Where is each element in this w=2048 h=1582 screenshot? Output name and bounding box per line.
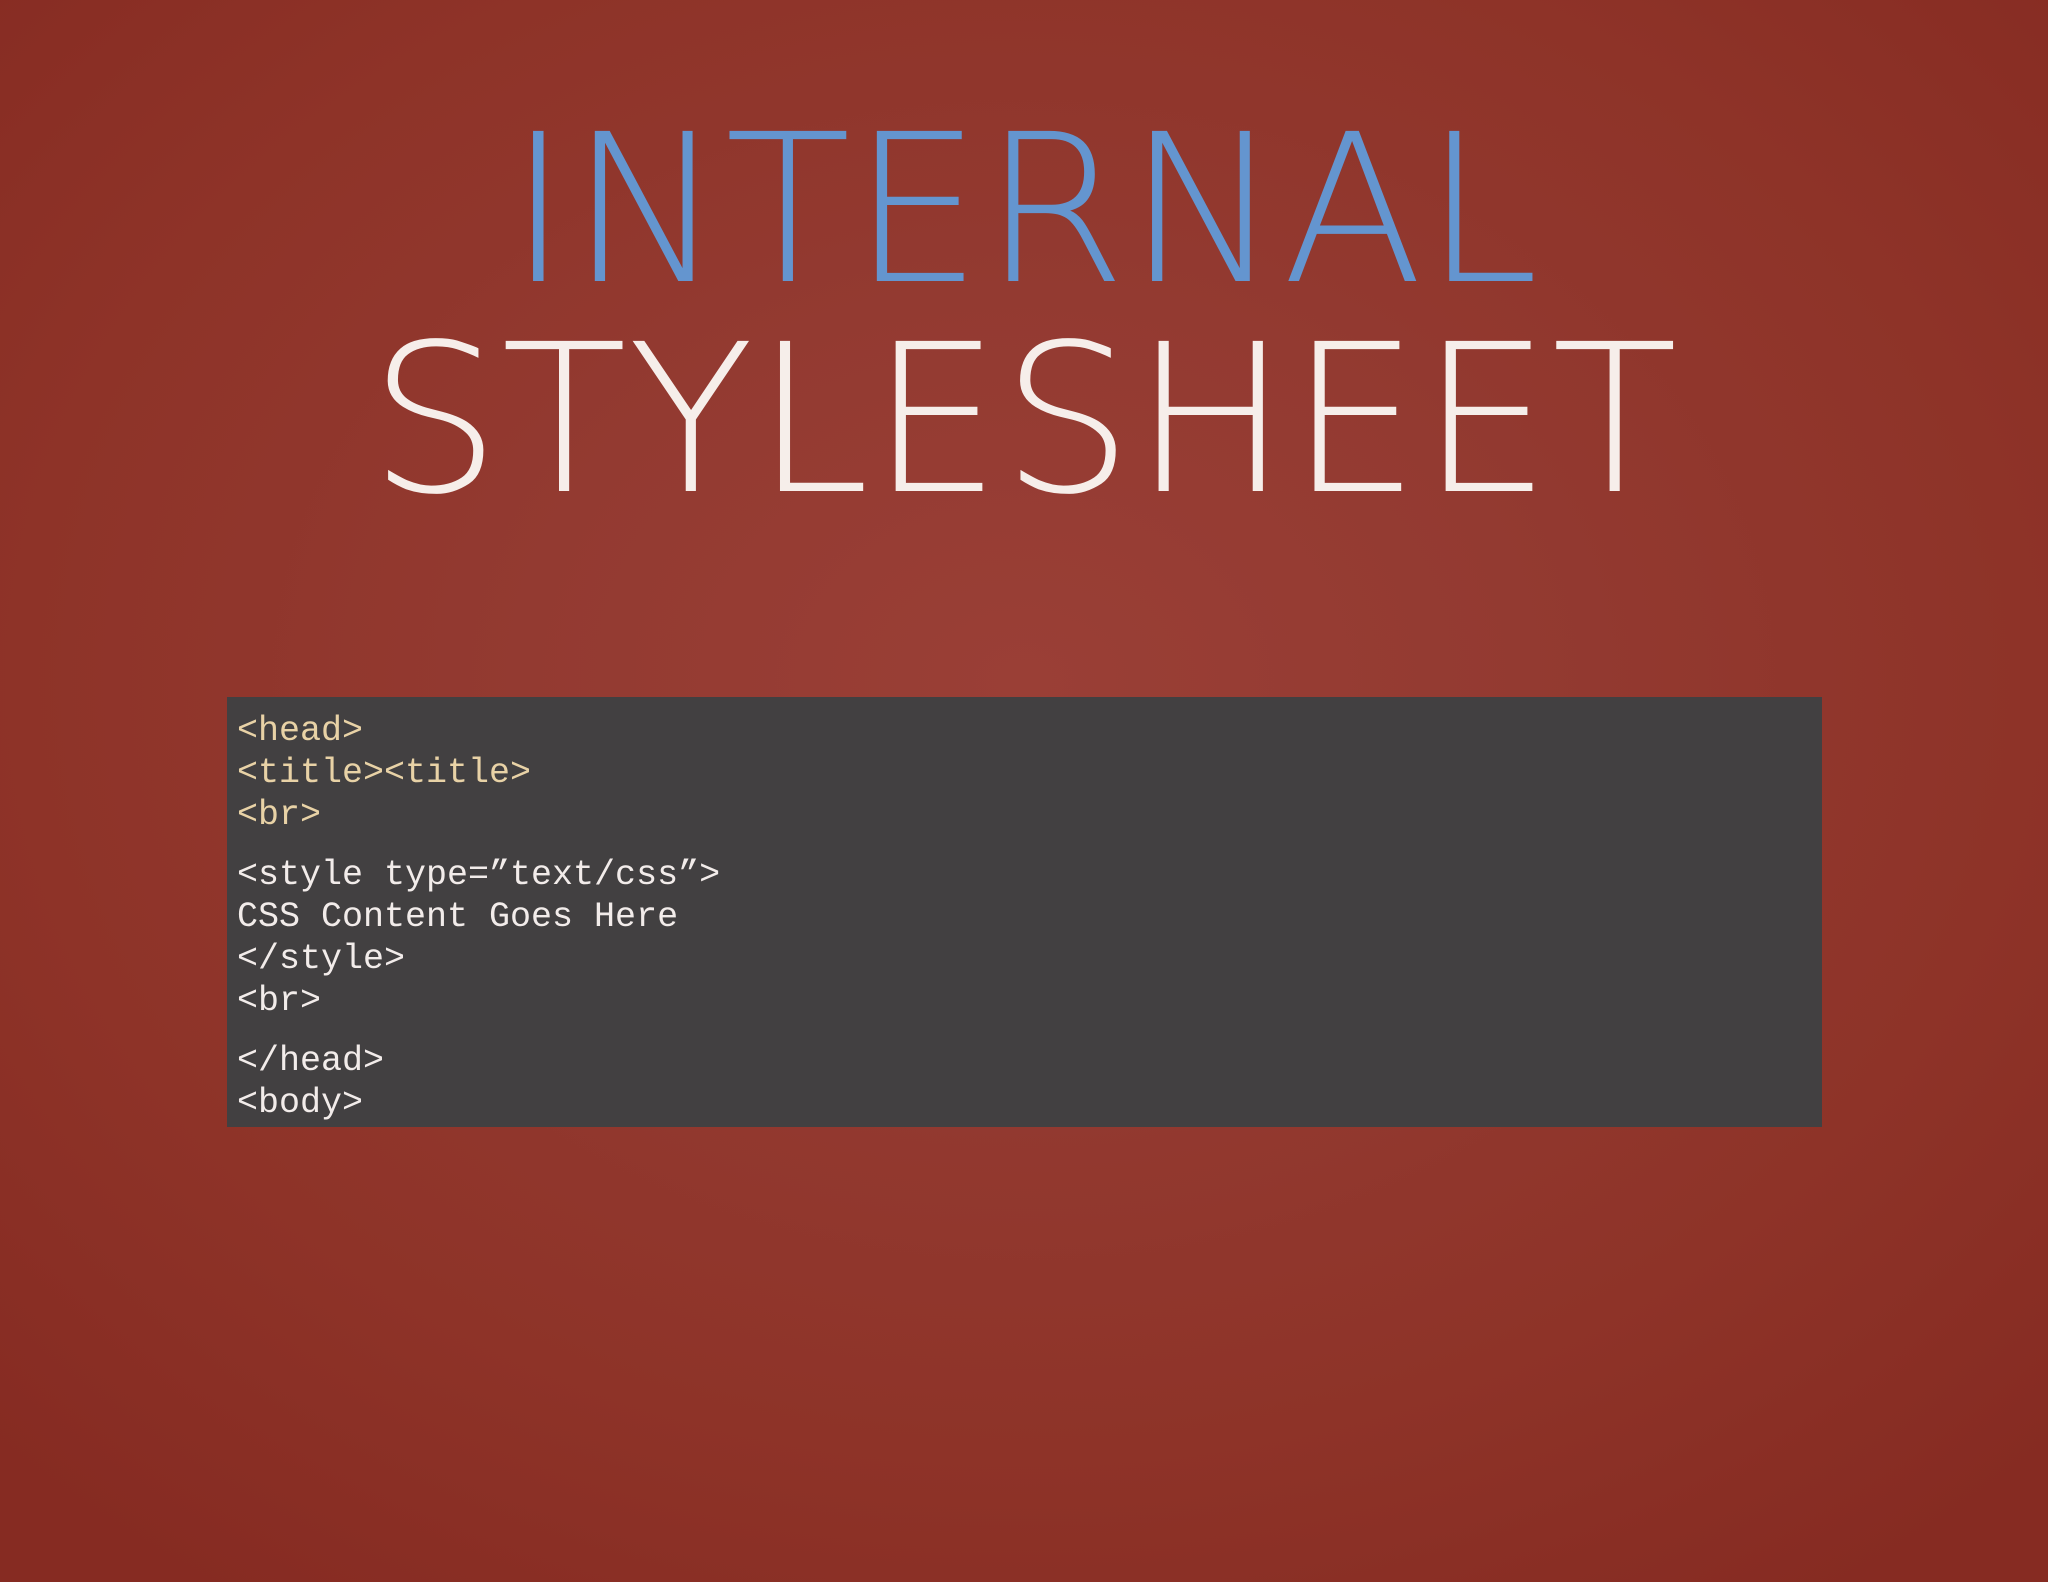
- code-line: <br>: [237, 795, 322, 835]
- code-spacer: [237, 1022, 1812, 1040]
- title-internal: INTERNAL: [508, 90, 1540, 330]
- code-block: <head> <title><title> <br> <style type=”…: [227, 697, 1822, 1127]
- slide: INTERNAL STYLESHEET <head> <title><title…: [0, 0, 2048, 1582]
- code-line: <title><title>: [237, 753, 532, 793]
- code-spacer: [237, 836, 1812, 854]
- code-line: <body>: [237, 1083, 364, 1123]
- title-stylesheet: STYLESHEET: [369, 300, 1679, 540]
- code-line: <br>: [237, 981, 322, 1021]
- code-line: <style type=”text/css”>: [237, 855, 721, 895]
- code-line: <head>: [237, 711, 364, 751]
- code-line: </head>: [237, 1041, 385, 1081]
- code-line: CSS Content Goes Here: [237, 897, 679, 937]
- code-line: </style>: [237, 939, 406, 979]
